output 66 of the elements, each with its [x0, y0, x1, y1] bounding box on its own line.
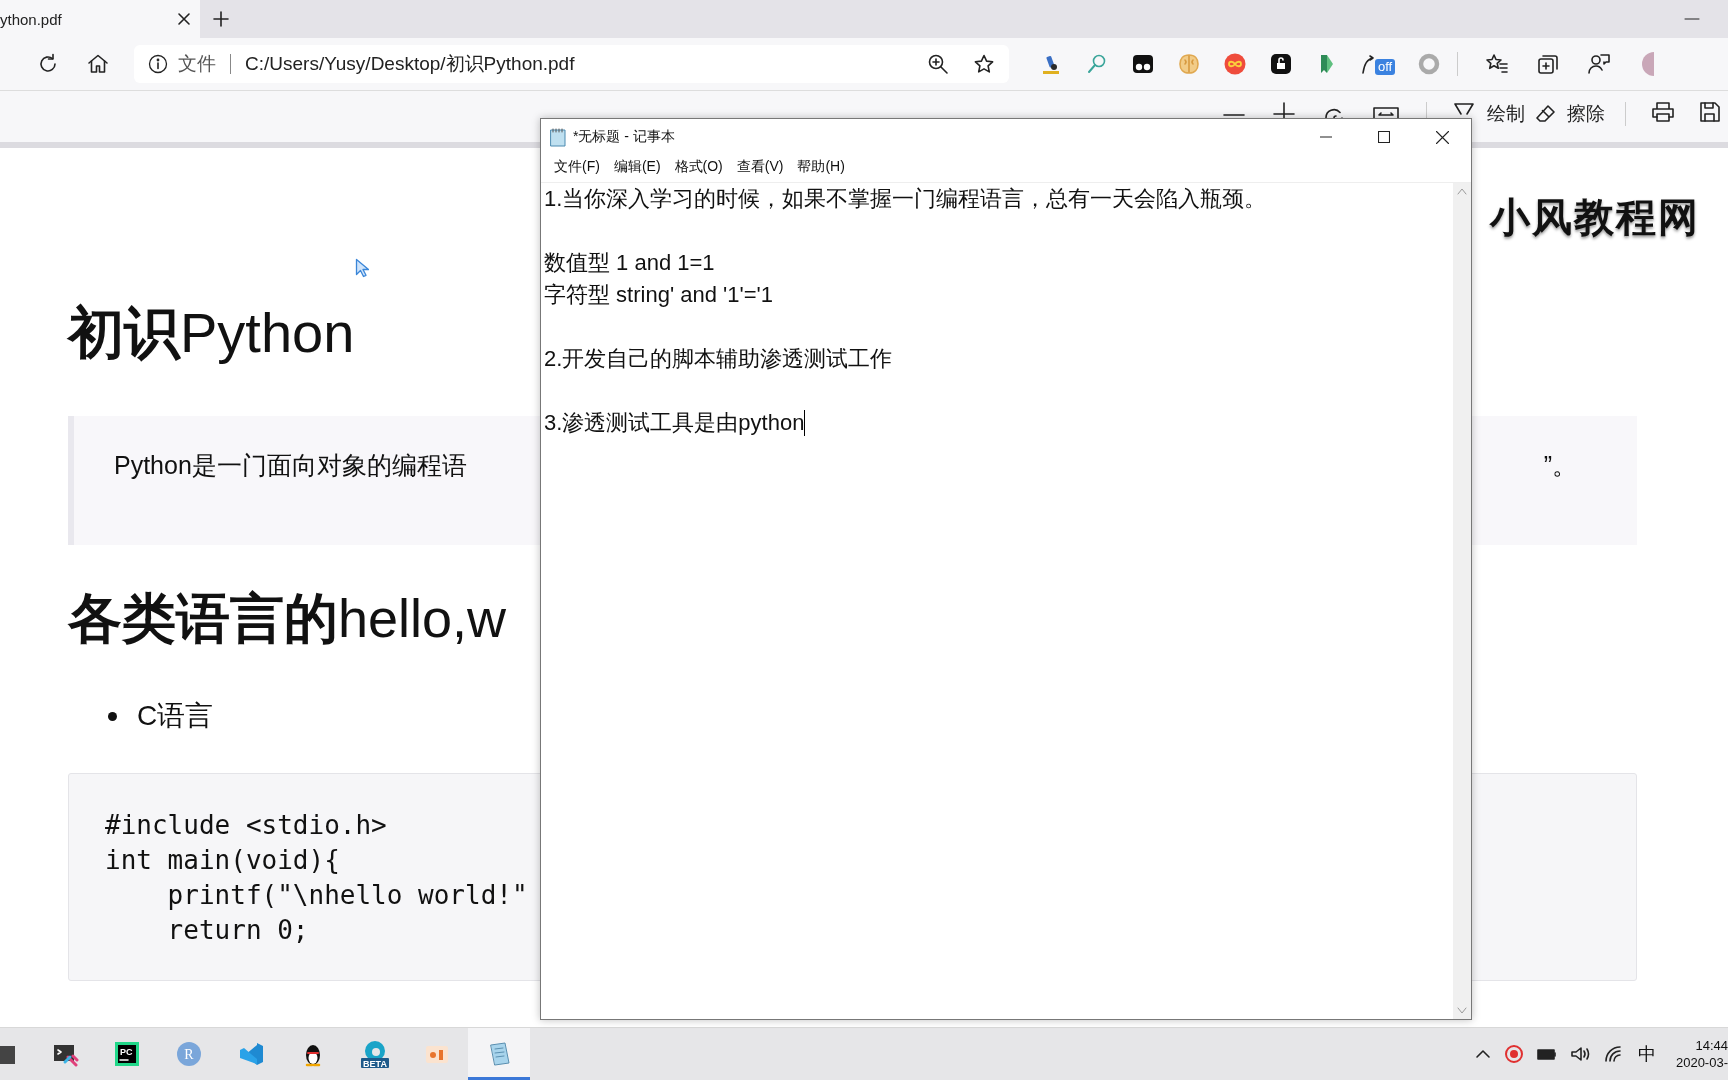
feedback-icon[interactable] [1587, 52, 1612, 76]
record-icon[interactable] [1503, 1044, 1524, 1064]
list-item-text: C语言 [137, 699, 214, 733]
quote-text: ”。 [1543, 450, 1577, 481]
text-line: 1.当你深入学习的时候，如果不掌握一门编程语言，总有一天会陷入瓶颈。 [544, 185, 1267, 213]
text-line: 3.渗透测试工具是由python [544, 409, 805, 437]
off-badge[interactable]: off [1375, 59, 1396, 75]
clock-time[interactable]: 14:44 [1695, 1037, 1728, 1054]
menu-item[interactable]: 帮助(H) [790, 158, 852, 176]
code-line: return 0; [166, 914, 310, 947]
info-icon [148, 54, 168, 74]
erase-button[interactable]: 擦除 [1535, 102, 1605, 126]
infinity-icon[interactable] [1223, 52, 1247, 76]
browser-tab[interactable]: ython.pdf [0, 0, 200, 38]
fit-width-icon[interactable] [1372, 106, 1400, 119]
new-tab-icon[interactable] [212, 10, 230, 28]
notepad-icon [549, 127, 567, 147]
print-icon[interactable] [1652, 102, 1674, 122]
volume-icon[interactable] [1569, 1045, 1592, 1063]
lock-icon[interactable] [1269, 52, 1293, 76]
maximize-icon [1378, 131, 1390, 143]
zoom-icon[interactable] [927, 53, 949, 75]
save-icon[interactable] [1700, 102, 1720, 122]
close-icon [1435, 130, 1449, 144]
eraser-icon [1535, 104, 1555, 124]
menu-item[interactable]: 格式(O) [667, 158, 730, 176]
bullet-icon [108, 711, 117, 721]
clock-date[interactable]: 2020-03- [1675, 1054, 1728, 1071]
taskbar-app[interactable]: BETA [344, 1028, 406, 1080]
close-icon[interactable] [176, 11, 192, 27]
eyes-icon[interactable] [1131, 52, 1155, 76]
collections-icon[interactable] [1536, 52, 1561, 76]
code-editor-icon [237, 1040, 265, 1068]
menu-item[interactable]: 文件(F) [547, 158, 607, 176]
url-text: C:/Users/Yusy/Desktop/初识Python.pdf [245, 52, 576, 76]
text-line: 数值型 1 and 1=1 [544, 249, 715, 277]
text-line: 2.开发自己的脚本辅助渗透测试工作 [544, 345, 893, 373]
address-bar[interactable]: 文件 C:/Users/Yusy/Desktop/初识Python.pdf [134, 45, 1009, 83]
text-editor[interactable]: 1.当你深入学习的时候，如果不掌握一门编程语言，总有一天会陷入瓶颈。 数值型 1 and 1=1 字符型 string' and '1'='1 2.开发自己的脚本辅助渗透测试工作 3.渗透测试工具是由python [541, 183, 1453, 1019]
text-line: 字符型 string' and '1'='1 [544, 281, 773, 309]
code-line: printf("\nhello world!" [166, 879, 529, 912]
zoom-in-icon[interactable] [1272, 102, 1296, 119]
favorites-icon[interactable] [1485, 52, 1510, 76]
curved-arrow-icon[interactable] [1361, 53, 1375, 75]
site-label: 文件 [178, 52, 216, 76]
menu-item[interactable]: 编辑(E) [606, 158, 668, 176]
page-title: 初识Python [68, 300, 355, 366]
code-line: int main(void){ [105, 844, 341, 877]
site-logo: 小风教程网 [1490, 194, 1700, 240]
window-title: *无标题 - 记事本 [573, 128, 675, 146]
letter-circle-icon: R [175, 1040, 203, 1068]
section-heading: 各类语言的hello,w [68, 587, 507, 650]
quote-text: Python是一门面向对象的编程语 [114, 450, 467, 481]
home-icon[interactable] [86, 52, 110, 76]
text-caret [804, 410, 806, 436]
draw-button[interactable]: 绘制 [1487, 102, 1525, 126]
minimize-icon [1320, 136, 1332, 138]
letter-tile-icon: PC [113, 1040, 141, 1068]
code-line: #include <stdio.h> [105, 809, 388, 842]
menu-item[interactable]: 查看(V) [729, 158, 791, 176]
taskbar-app[interactable]: PC [96, 1028, 158, 1080]
minimize-icon[interactable] [1684, 17, 1700, 21]
star-icon[interactable] [973, 53, 995, 75]
funnel-icon[interactable] [1453, 102, 1475, 118]
input-method-indicator[interactable]: 中 [1637, 1042, 1656, 1066]
mouse-pointer-icon [355, 258, 369, 278]
